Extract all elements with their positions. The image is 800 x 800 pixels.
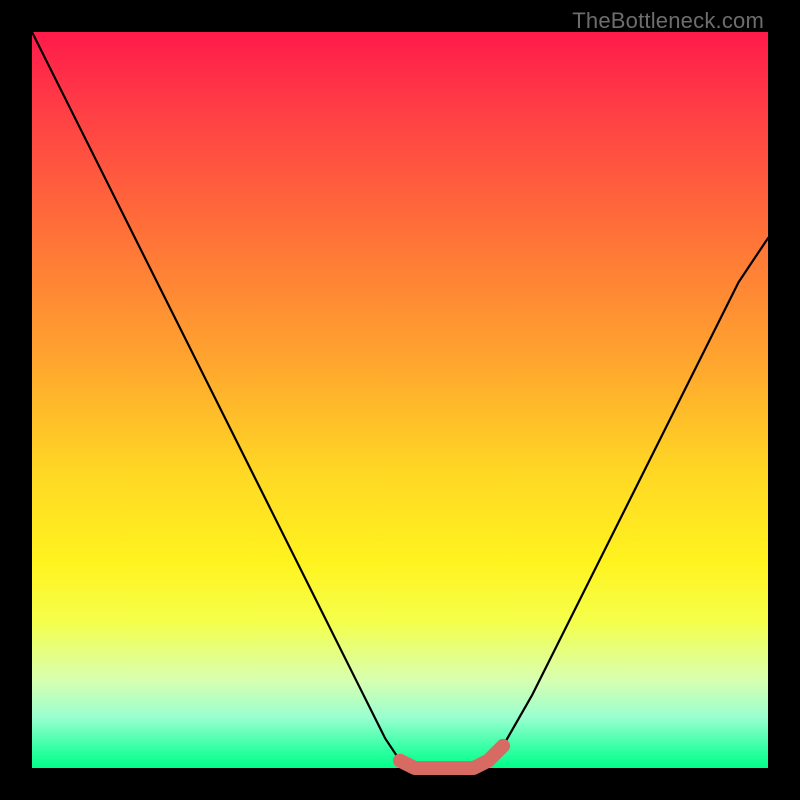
watermark-text: TheBottleneck.com [572, 8, 764, 34]
chart-frame: TheBottleneck.com [0, 0, 800, 800]
chart-svg [32, 32, 768, 768]
plot-area [32, 32, 768, 768]
bottleneck-curve [32, 32, 768, 768]
optimal-band [400, 746, 503, 768]
